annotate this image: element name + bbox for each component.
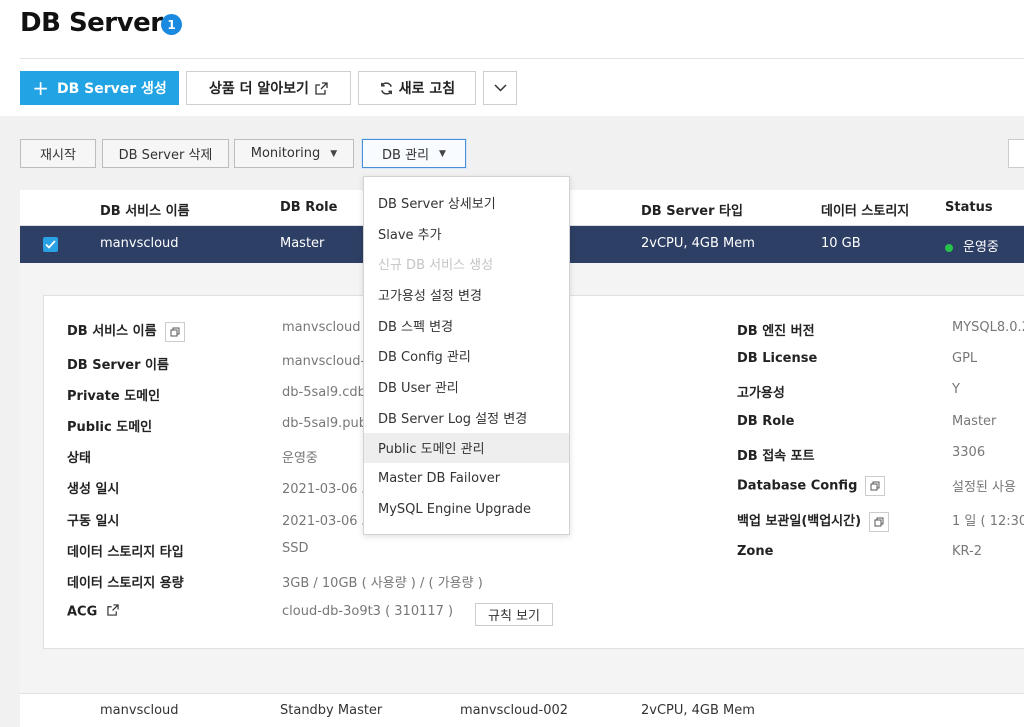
delete-db-server-button[interactable]: DB Server 삭제 xyxy=(102,139,229,168)
external-link-icon xyxy=(315,81,328,95)
column-header[interactable]: DB Server 타입 xyxy=(641,200,743,219)
detail-label: 데이터 스토리지 타입 xyxy=(67,545,184,560)
detail-label: Database Config xyxy=(737,476,886,496)
detail-label: DB Role xyxy=(737,414,795,429)
learn-more-label: 상품 더 알아보기 xyxy=(209,81,309,97)
detail-value: 2021-03-06 오 xyxy=(282,514,374,529)
detail-label: Private 도메인 xyxy=(67,389,161,404)
menu-item-server-detail[interactable]: DB Server 상세보기 xyxy=(364,187,569,218)
monitoring-dropdown-button[interactable]: Monitoring ▼ xyxy=(234,139,354,168)
caret-down-icon: ▼ xyxy=(330,148,338,159)
detail-label: 데이터 스토리지 용량 xyxy=(67,576,184,591)
refresh-button[interactable]: 새로 고침 xyxy=(358,71,476,105)
refresh-icon xyxy=(380,81,392,95)
refresh-label: 새로 고침 xyxy=(398,81,456,97)
table-row[interactable]: manvscloud Standby Master manvscloud-002… xyxy=(20,693,1024,727)
detail-value: Y xyxy=(952,382,960,397)
menu-item-log-settings[interactable]: DB Server Log 설정 변경 xyxy=(364,402,569,433)
cell-role: Standby Master xyxy=(280,703,383,718)
detail-label: ACG xyxy=(67,604,119,620)
menu-item-add-slave[interactable]: Slave 추가 xyxy=(364,218,569,249)
caret-down-icon: ▼ xyxy=(439,148,446,159)
restart-button[interactable]: 재시작 xyxy=(20,139,96,168)
db-manage-dropdown-button[interactable]: DB 관리 ▼ xyxy=(362,139,466,168)
menu-item-failover[interactable]: Master DB Failover xyxy=(364,463,569,494)
detail-value: 설정된 사용 xyxy=(952,480,1016,495)
cell-server-type: 2vCPU, 4GB Mem xyxy=(641,236,755,251)
detail-value: manvscloud-0 xyxy=(282,354,374,369)
count-badge: 1 xyxy=(161,14,182,35)
copy-icon[interactable] xyxy=(164,321,185,342)
detail-value: cloud-db-3o9t3 ( 310117 ) xyxy=(282,604,454,619)
cell-service-name: manvscloud xyxy=(100,703,179,718)
monitoring-label: Monitoring xyxy=(250,146,321,161)
detail-value: 1 일 ( 12:30 xyxy=(952,514,1024,529)
status-text: 운영중 xyxy=(963,240,999,255)
cell-server-type: 2vCPU, 4GB Mem xyxy=(641,703,755,718)
page-header: DB Server 1 + DB Server 생성 상품 더 알아보기 새로 … xyxy=(0,0,1024,116)
create-db-server-button[interactable]: + DB Server 생성 xyxy=(20,71,179,105)
detail-value: 3GB / 10GB ( 사용량 ) / ( 가용량 ) xyxy=(282,576,483,591)
cell-storage: 10 GB xyxy=(821,236,861,251)
detail-value: 2021-03-06 오 xyxy=(282,482,374,497)
detail-value: db-5sal9.pub- xyxy=(282,416,372,431)
detail-label: 고가용성 xyxy=(737,386,785,401)
detail-value: db-5sal9.cdb. xyxy=(282,385,371,400)
detail-label: DB 접속 포트 xyxy=(737,449,815,464)
delete-label: DB Server 삭제 xyxy=(118,148,213,163)
detail-value: MYSQL8.0.2 xyxy=(952,320,1024,335)
detail-label: 구동 일시 xyxy=(67,514,120,529)
cell-status: 운영중 xyxy=(945,236,999,255)
db-manage-menu: DB Server 상세보기 Slave 추가 신규 DB 서비스 생성 고가용… xyxy=(363,176,570,535)
detail-value: SSD xyxy=(282,541,309,556)
column-header[interactable]: DB Role xyxy=(280,200,337,215)
view-rules-button[interactable]: 규칙 보기 xyxy=(475,603,553,626)
detail-label: 생성 일시 xyxy=(67,482,120,497)
menu-item-public-domain[interactable]: Public 도메인 관리 xyxy=(364,432,569,464)
column-header[interactable]: Status xyxy=(945,200,993,215)
more-options-button[interactable] xyxy=(483,71,517,105)
copy-icon[interactable] xyxy=(865,476,886,496)
menu-item-engine-upgrade[interactable]: MySQL Engine Upgrade xyxy=(364,494,569,525)
cell-service-name: manvscloud xyxy=(100,236,179,251)
menu-item-ha-settings[interactable]: 고가용성 설정 변경 xyxy=(364,279,569,310)
create-db-server-label: DB Server 생성 xyxy=(56,81,167,97)
menu-item-new-db-service: 신규 DB 서비스 생성 xyxy=(378,258,494,274)
cell-role: Master xyxy=(280,236,325,251)
detail-value: GPL xyxy=(952,351,978,366)
chevron-down-icon xyxy=(493,84,507,92)
external-link-icon[interactable] xyxy=(107,604,119,620)
detail-label: 상태 xyxy=(67,451,91,466)
column-header[interactable]: DB 서비스 이름 xyxy=(100,200,190,219)
column-header[interactable]: 데이터 스토리지 xyxy=(821,200,909,219)
detail-label: DB License xyxy=(737,351,818,366)
menu-item-user-manage[interactable]: DB User 관리 xyxy=(364,371,569,402)
row-checkbox[interactable] xyxy=(43,237,58,252)
search-field-edge[interactable] xyxy=(1008,139,1024,168)
db-manage-label: DB 관리 xyxy=(382,148,430,163)
restart-label: 재시작 xyxy=(40,148,76,163)
learn-more-button[interactable]: 상품 더 알아보기 xyxy=(186,71,351,105)
detail-label: 백업 보관일(백업시간) xyxy=(737,510,890,532)
detail-value: 3306 xyxy=(952,445,986,460)
detail-label: DB 서비스 이름 xyxy=(67,320,185,342)
detail-label: DB Server 이름 xyxy=(67,358,169,373)
detail-label: Public 도메인 xyxy=(67,420,153,435)
menu-item-spec-change[interactable]: DB 스펙 변경 xyxy=(364,310,569,341)
copy-icon[interactable] xyxy=(869,511,890,532)
detail-value: Master xyxy=(952,414,997,429)
menu-item-config-manage[interactable]: DB Config 관리 xyxy=(364,340,569,371)
detail-label: Zone xyxy=(737,544,774,559)
status-dot xyxy=(945,243,953,252)
detail-value: KR-2 xyxy=(952,544,982,559)
plus-icon: + xyxy=(32,76,49,100)
detail-value: 운영중 xyxy=(282,451,318,466)
check-icon xyxy=(45,240,56,249)
cell-server-name: manvscloud-002 xyxy=(460,703,569,718)
header-divider xyxy=(20,58,1024,59)
detail-value: manvscloud xyxy=(282,320,361,335)
detail-label: DB 엔진 버전 xyxy=(737,324,815,339)
page-title: DB Server xyxy=(20,8,163,38)
